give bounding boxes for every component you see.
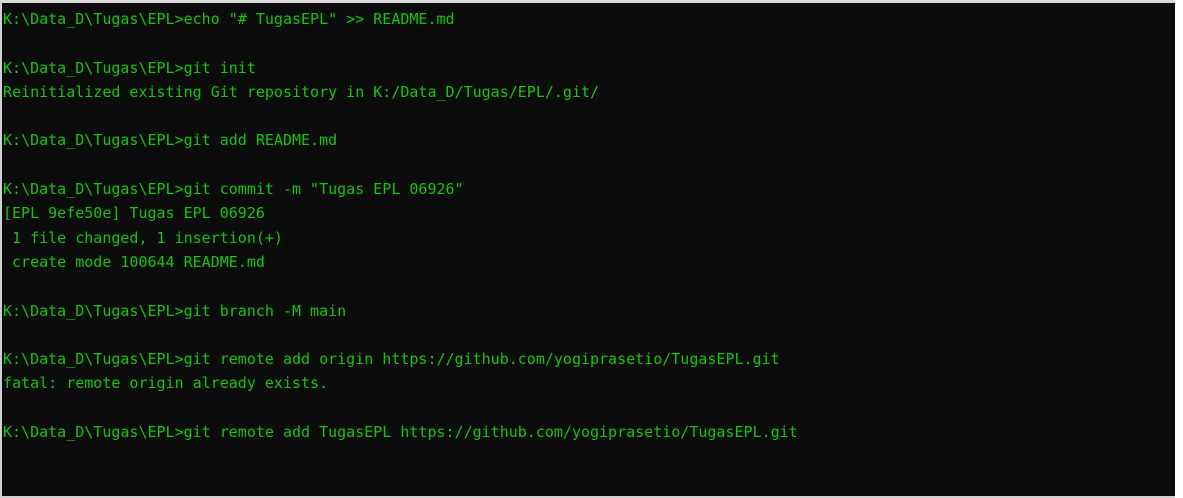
prompt-line-git-add: K:\Data_D\Tugas\EPL>git add README.md [3, 131, 338, 150]
prompt-line-git-branch: K:\Data_D\Tugas\EPL>git branch -M main [3, 301, 347, 320]
output-line-commit-summary: [EPL 9efe50e] Tugas EPL 06926 [3, 204, 265, 223]
output-line-create-mode: create mode 100644 README.md [3, 252, 265, 271]
prompt-line-remote-add-tugasepl: K:\Data_D\Tugas\EPL>git remote add Tugas… [3, 423, 798, 442]
output-line-files-changed: 1 file changed, 1 insertion(+) [3, 228, 283, 247]
output-line-reinitialized: Reinitialized existing Git repository in… [3, 82, 600, 101]
prompt-line-git-init: K:\Data_D\Tugas\EPL>git init [3, 58, 256, 77]
prompt-line-echo: K:\Data_D\Tugas\EPL>echo "# TugasEPL" >>… [3, 10, 455, 28]
prompt-line-remote-add-origin: K:\Data_D\Tugas\EPL>git remote add origi… [3, 350, 780, 369]
output-line-fatal-error: fatal: remote origin already exists. [3, 374, 329, 393]
console-output[interactable]: K:\Data_D\Tugas\EPL>echo "# TugasEPL" >>… [3, 7, 1171, 496]
prompt-line-git-commit: K:\Data_D\Tugas\EPL>git commit -m "Tugas… [3, 180, 464, 199]
terminal-window: K:\Data_D\Tugas\EPL>echo "# TugasEPL" >>… [0, 0, 1175, 498]
